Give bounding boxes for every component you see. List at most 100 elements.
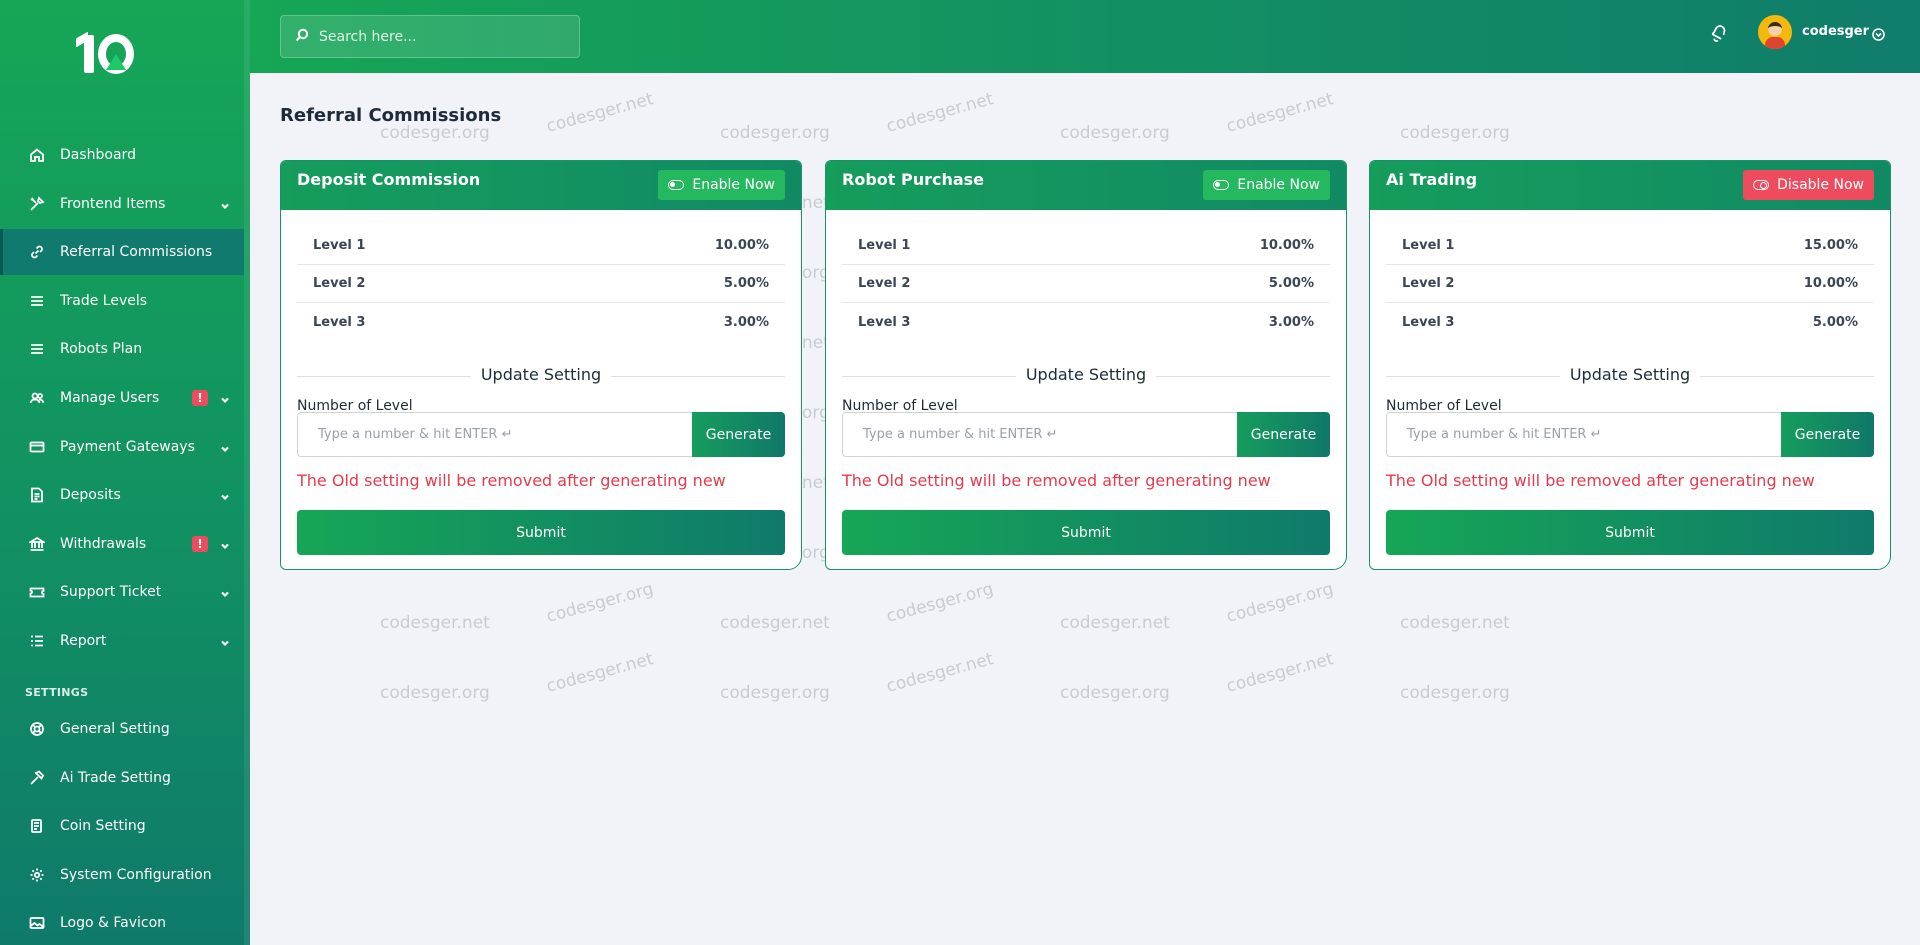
level-label: Level 1 bbox=[858, 238, 911, 253]
level-label: Level 2 bbox=[313, 276, 366, 291]
level-label: Level 2 bbox=[858, 276, 911, 291]
enable-button[interactable]: Enable Now bbox=[658, 170, 785, 200]
sidebar-item-trade-levels[interactable]: Trade Levels bbox=[0, 278, 244, 324]
search-input[interactable] bbox=[319, 28, 559, 45]
sidebar-item-label: Report bbox=[60, 632, 107, 649]
alert-badge: ! bbox=[192, 389, 208, 406]
generate-button[interactable]: Generate bbox=[692, 412, 785, 457]
level-label: Level 1 bbox=[1402, 238, 1455, 253]
image-icon bbox=[28, 914, 46, 932]
chevron-down-icon bbox=[220, 636, 230, 646]
user-name[interactable]: codesger bbox=[1802, 24, 1869, 39]
chevron-down-icon bbox=[220, 199, 230, 209]
warning-text: The Old setting will be removed after ge… bbox=[1386, 471, 1815, 490]
level-row: Level 2 5.00% bbox=[297, 265, 785, 303]
sidebar-item-system-configuration[interactable]: System Configuration bbox=[0, 852, 244, 898]
home-icon bbox=[28, 146, 46, 164]
sidebar-item-label: Payment Gateways bbox=[60, 438, 195, 455]
commission-card-ai-trading: Ai Trading Disable Now Level 1 15.00% Lev… bbox=[1369, 160, 1891, 570]
chevron-down-icon bbox=[220, 490, 230, 501]
sidebar-item-manage-users[interactable]: Manage Users ! bbox=[0, 375, 244, 421]
watermark-text: codesger.net bbox=[884, 89, 996, 137]
sidebar-item-robots-plan[interactable]: Robots Plan bbox=[0, 326, 244, 372]
number-of-level-input[interactable] bbox=[842, 412, 1238, 457]
level-row: Level 3 3.00% bbox=[297, 303, 785, 341]
generate-button[interactable]: Generate bbox=[1237, 412, 1330, 457]
level-value: 15.00% bbox=[1803, 238, 1858, 253]
number-of-level-input[interactable] bbox=[297, 412, 693, 457]
generate-button[interactable]: Generate bbox=[1781, 412, 1874, 457]
level-row: Level 1 10.00% bbox=[842, 227, 1330, 265]
sidebar-item-label: Trade Levels bbox=[60, 292, 148, 309]
watermark-text: codesger.org bbox=[720, 123, 830, 143]
sidebar-item-label: General Setting bbox=[60, 720, 170, 737]
chevron-down-circle-icon[interactable] bbox=[1872, 26, 1885, 41]
avatar[interactable] bbox=[1758, 15, 1792, 49]
level-row: Level 2 10.00% bbox=[1386, 265, 1874, 303]
sidebar-item-payment-gateways[interactable]: Payment Gateways bbox=[0, 424, 244, 470]
level-value: 3.00% bbox=[723, 314, 769, 330]
sidebar-item-label: Withdrawals bbox=[60, 535, 147, 552]
list-icon bbox=[28, 340, 46, 358]
sidebar-item-deposits[interactable]: Deposits bbox=[0, 472, 244, 518]
watermark-text: codesger.org bbox=[380, 683, 490, 703]
submit-button[interactable]: Submit bbox=[1386, 510, 1874, 555]
sidebar-nav: Dashboard Frontend Items Referral Commis… bbox=[0, 132, 244, 945]
toggle-icon bbox=[1753, 180, 1770, 190]
number-of-level-input[interactable] bbox=[1386, 412, 1782, 457]
submit-button[interactable]: Submit bbox=[297, 510, 785, 555]
level-value: 3.00% bbox=[1268, 314, 1314, 330]
watermark-text: codesger.net bbox=[1400, 613, 1510, 633]
sidebar-item-support-ticket[interactable]: Support Ticket bbox=[0, 569, 244, 615]
sidebar-scrollbar[interactable] bbox=[244, 0, 250, 945]
sidebar-item-report[interactable]: Report bbox=[0, 618, 244, 664]
commission-card-deposit: Deposit Commission Enable Now Level 1 10.… bbox=[280, 160, 802, 570]
chevron-down-icon bbox=[220, 539, 230, 549]
brand-logo[interactable] bbox=[80, 30, 146, 80]
watermark-text: codesger.net bbox=[544, 649, 656, 697]
report-icon bbox=[28, 632, 46, 650]
sidebar-item-withdrawals[interactable]: Withdrawals ! bbox=[0, 521, 244, 567]
level-value: 10.00% bbox=[1803, 276, 1858, 291]
sidebar-item-label: Support Ticket bbox=[60, 584, 162, 601]
search-box[interactable] bbox=[280, 15, 580, 58]
update-setting-divider: Update Setting bbox=[297, 365, 785, 384]
level-label: Level 3 bbox=[313, 314, 366, 330]
tools-icon bbox=[28, 195, 46, 213]
sidebar-item-frontend-items[interactable]: Frontend Items bbox=[0, 181, 244, 227]
toggle-label: Enable Now bbox=[1237, 177, 1320, 193]
credit-card-icon bbox=[28, 438, 46, 456]
levels-list: Level 1 15.00% Level 2 10.00% Level 3 5.00% bbox=[1386, 227, 1874, 341]
level-row: Level 3 5.00% bbox=[1386, 303, 1874, 341]
page-title: Referral Commissions bbox=[280, 105, 502, 126]
level-value: 5.00% bbox=[1268, 276, 1314, 291]
enable-button[interactable]: Enable Now bbox=[1203, 170, 1330, 200]
submit-button[interactable]: Submit bbox=[842, 510, 1330, 555]
disable-button[interactable]: Disable Now bbox=[1743, 170, 1874, 200]
sidebar-item-label: Frontend Items bbox=[60, 195, 166, 212]
alert-badge: ! bbox=[192, 535, 208, 552]
watermark-text: codesger.org bbox=[1400, 683, 1510, 703]
sidebar-item-label: Ai Trade Setting bbox=[60, 769, 171, 786]
sidebar-item-coin-setting[interactable]: Coin Setting bbox=[0, 803, 244, 849]
sidebar-item-dashboard[interactable]: Dashboard bbox=[0, 132, 244, 178]
level-label: Level 2 bbox=[1402, 276, 1455, 291]
update-setting-heading: Update Setting bbox=[470, 365, 612, 384]
sidebar-item-general-setting[interactable]: General Setting bbox=[0, 706, 244, 752]
gear-icon bbox=[28, 866, 46, 884]
notification-bell-icon[interactable] bbox=[1707, 22, 1731, 46]
sidebar-item-label: Coin Setting bbox=[60, 818, 146, 835]
sidebar-item-ai-trade-setting[interactable]: Ai Trade Setting bbox=[0, 755, 244, 801]
sidebar-item-logo-favicon[interactable]: Logo & Favicon bbox=[0, 900, 244, 945]
users-icon bbox=[28, 389, 46, 407]
level-value: 10.00% bbox=[714, 238, 769, 253]
card-header: Ai Trading Disable Now bbox=[1370, 161, 1890, 210]
level-row: Level 1 15.00% bbox=[1386, 227, 1874, 265]
list-icon bbox=[28, 292, 46, 310]
level-label: Level 1 bbox=[313, 238, 366, 253]
sidebar-item-referral-commissions[interactable]: Referral Commissions bbox=[0, 229, 244, 276]
level-row: Level 1 10.00% bbox=[297, 227, 785, 265]
settings-section-title: SETTINGS bbox=[25, 685, 89, 699]
update-setting-heading: Update Setting bbox=[1015, 365, 1157, 384]
coins-icon bbox=[28, 817, 46, 835]
